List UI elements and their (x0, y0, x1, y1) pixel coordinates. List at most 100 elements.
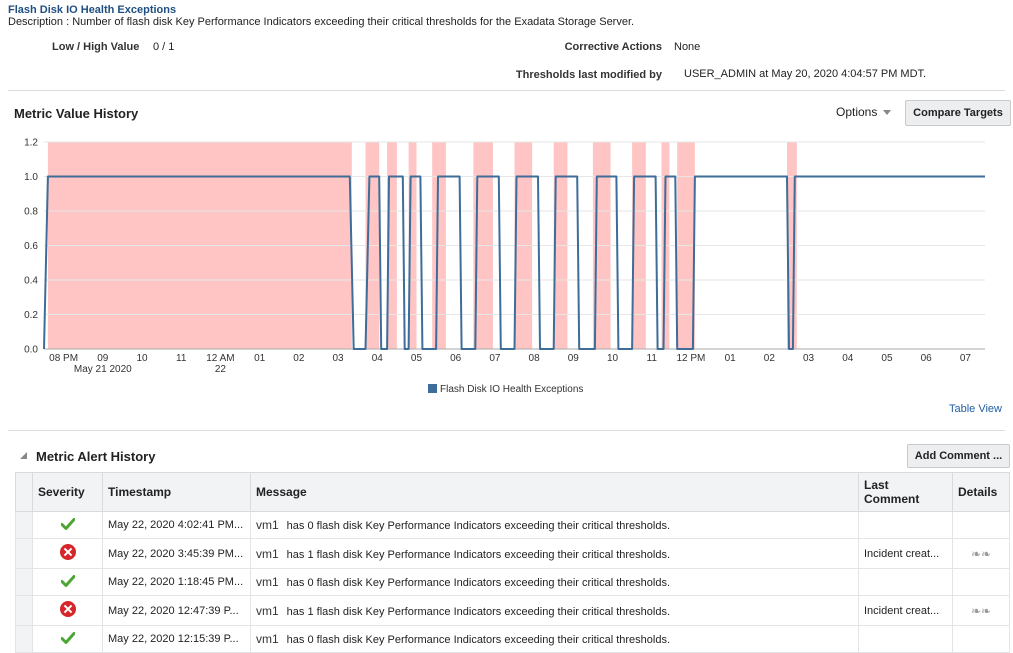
table-header-row: Severity Timestamp Message Last Comment … (15, 472, 1010, 512)
metric-alert-history-title: Metric Alert History (36, 449, 156, 464)
message-text: has 0 flash disk Key Performance Indicat… (286, 634, 671, 646)
host-name: vm1 (256, 518, 279, 532)
x-tick-label: 06 (450, 353, 462, 364)
row-selector[interactable] (15, 511, 33, 539)
table-row[interactable]: May 22, 2020 12:15:39 P... vm1 has 0 flash… (15, 625, 1010, 653)
add-comment-button[interactable]: Add Comment ... (907, 444, 1010, 468)
host-name: vm1 (256, 632, 279, 646)
last-comment-cell: Incident creat... (858, 538, 953, 569)
x-tick-label: 09 (568, 353, 580, 364)
severity-cell (32, 568, 103, 596)
x-tick-label: 07 (960, 353, 972, 364)
y-tick-label: 0.8 (24, 207, 38, 218)
details-cell (952, 568, 1010, 596)
y-tick-label: 0.2 (24, 310, 38, 321)
table-row[interactable]: May 22, 2020 1:18:45 PM... vm1 has 0 flash… (15, 568, 1010, 596)
severity-cell (32, 538, 103, 569)
host-name: vm1 (256, 603, 279, 618)
separator (8, 430, 1005, 431)
x-tick-label: 08 (529, 353, 541, 364)
message-cell: vm1 has 0 flash disk Key Performance Indi… (250, 625, 859, 653)
x-date-label: 22 (215, 364, 227, 375)
last-comment-cell: Incident creat... (858, 595, 953, 626)
column-severity[interactable]: Severity (32, 472, 103, 512)
x-tick-label: 11 (176, 353, 187, 364)
y-tick-label: 0.4 (24, 276, 38, 287)
message-text: has 0 flash disk Key Performance Indicat… (286, 520, 671, 532)
table-row[interactable]: May 22, 2020 12:47:39 P... vm1 has 1 flash… (15, 595, 1010, 626)
x-tick-label: 03 (333, 353, 345, 364)
message-cell: vm1 has 0 flash disk Key Performance Indi… (250, 568, 859, 596)
table-view-link[interactable]: Table View (949, 403, 1002, 415)
message-text: has 1 flash disk Key Performance Indicat… (286, 548, 671, 561)
timestamp-cell: May 22, 2020 4:02:41 PM... (102, 511, 251, 539)
column-last-comment[interactable]: Last Comment (858, 472, 953, 512)
x-tick-label: 04 (842, 353, 854, 364)
x-tick-label: 12 PM (676, 353, 705, 364)
x-date-label: May 21 2020 (74, 364, 132, 375)
host-name: vm1 (256, 546, 279, 561)
critical-icon (59, 544, 76, 560)
x-tick-label: 02 (293, 353, 305, 364)
severity-cell (32, 595, 103, 626)
checkmark-icon (60, 517, 75, 530)
details-cell: ❧❧ (952, 538, 1010, 569)
column-message[interactable]: Message (250, 472, 859, 512)
x-tick-label: 03 (803, 353, 815, 364)
x-tick-label: 01 (725, 353, 737, 364)
checkmark-icon (60, 574, 75, 587)
y-tick-label: 0.6 (24, 241, 38, 252)
glasses-icon[interactable]: ❧❧ (971, 604, 991, 618)
row-selector-header (15, 472, 33, 512)
host-name: vm1 (256, 575, 279, 589)
column-details[interactable]: Details (952, 472, 1010, 512)
timestamp-cell: May 22, 2020 12:15:39 P... (102, 625, 251, 653)
timestamp-cell: May 22, 2020 3:45:39 PM... (102, 538, 251, 569)
x-tick-label: 11 (647, 353, 658, 364)
checkmark-icon (60, 631, 75, 644)
legend-swatch (428, 384, 437, 393)
y-tick-label: 1.2 (24, 138, 38, 149)
y-tick-label: 0.0 (24, 345, 38, 356)
x-tick-label: 07 (489, 353, 501, 364)
x-tick-label: 08 PM (49, 353, 78, 364)
alert-history-table: Severity Timestamp Message Last Comment … (15, 472, 1010, 653)
x-tick-label: 12 AM (206, 353, 234, 364)
x-tick-label: 09 (97, 353, 109, 364)
critical-icon (59, 601, 76, 617)
message-cell: vm1 has 1 flash disk Key Performance Indi… (250, 538, 859, 569)
timestamp-cell: May 22, 2020 12:47:39 P... (102, 595, 251, 626)
table-row[interactable]: May 22, 2020 4:02:41 PM... vm1 has 0 flash… (15, 511, 1010, 539)
details-cell: ❧❧ (952, 595, 1010, 626)
x-tick-label: 01 (254, 353, 266, 364)
last-comment-cell (858, 511, 953, 539)
x-tick-label: 05 (411, 353, 423, 364)
collapse-triangle-icon[interactable] (20, 452, 27, 459)
timestamp-cell: May 22, 2020 1:18:45 PM... (102, 568, 251, 596)
message-cell: vm1 has 1 flash disk Key Performance Indi… (250, 595, 859, 626)
x-tick-label: 05 (881, 353, 893, 364)
row-selector[interactable] (15, 538, 33, 569)
legend-label: Flash Disk IO Health Exceptions (440, 384, 584, 395)
table-row[interactable]: May 22, 2020 3:45:39 PM... vm1 has 1 flash… (15, 538, 1010, 569)
x-tick-label: 02 (764, 353, 776, 364)
row-selector[interactable] (15, 625, 33, 653)
row-selector[interactable] (15, 595, 33, 626)
x-tick-label: 10 (136, 353, 148, 364)
y-tick-label: 1.0 (24, 172, 38, 183)
column-timestamp[interactable]: Timestamp (102, 472, 251, 512)
severity-cell (32, 625, 103, 653)
last-comment-cell (858, 625, 953, 653)
row-selector[interactable] (15, 568, 33, 596)
details-cell (952, 625, 1010, 653)
severity-cell (32, 511, 103, 539)
x-tick-label: 06 (921, 353, 933, 364)
last-comment-cell (858, 568, 953, 596)
metric-history-chart: 0.0 0.2 0.4 0.6 0.8 1.0 1.2 08 PM 09 10 11 12 AM 01 0… (24, 138, 985, 375)
chart-legend: Flash Disk IO Health Exceptions (428, 384, 583, 395)
message-cell: vm1 has 0 flash disk Key Performance Indi… (250, 511, 859, 539)
x-tick-label: 04 (372, 353, 384, 364)
x-tick-label: 10 (607, 353, 619, 364)
message-text: has 0 flash disk Key Performance Indicat… (286, 577, 671, 589)
glasses-icon[interactable]: ❧❧ (971, 547, 991, 561)
